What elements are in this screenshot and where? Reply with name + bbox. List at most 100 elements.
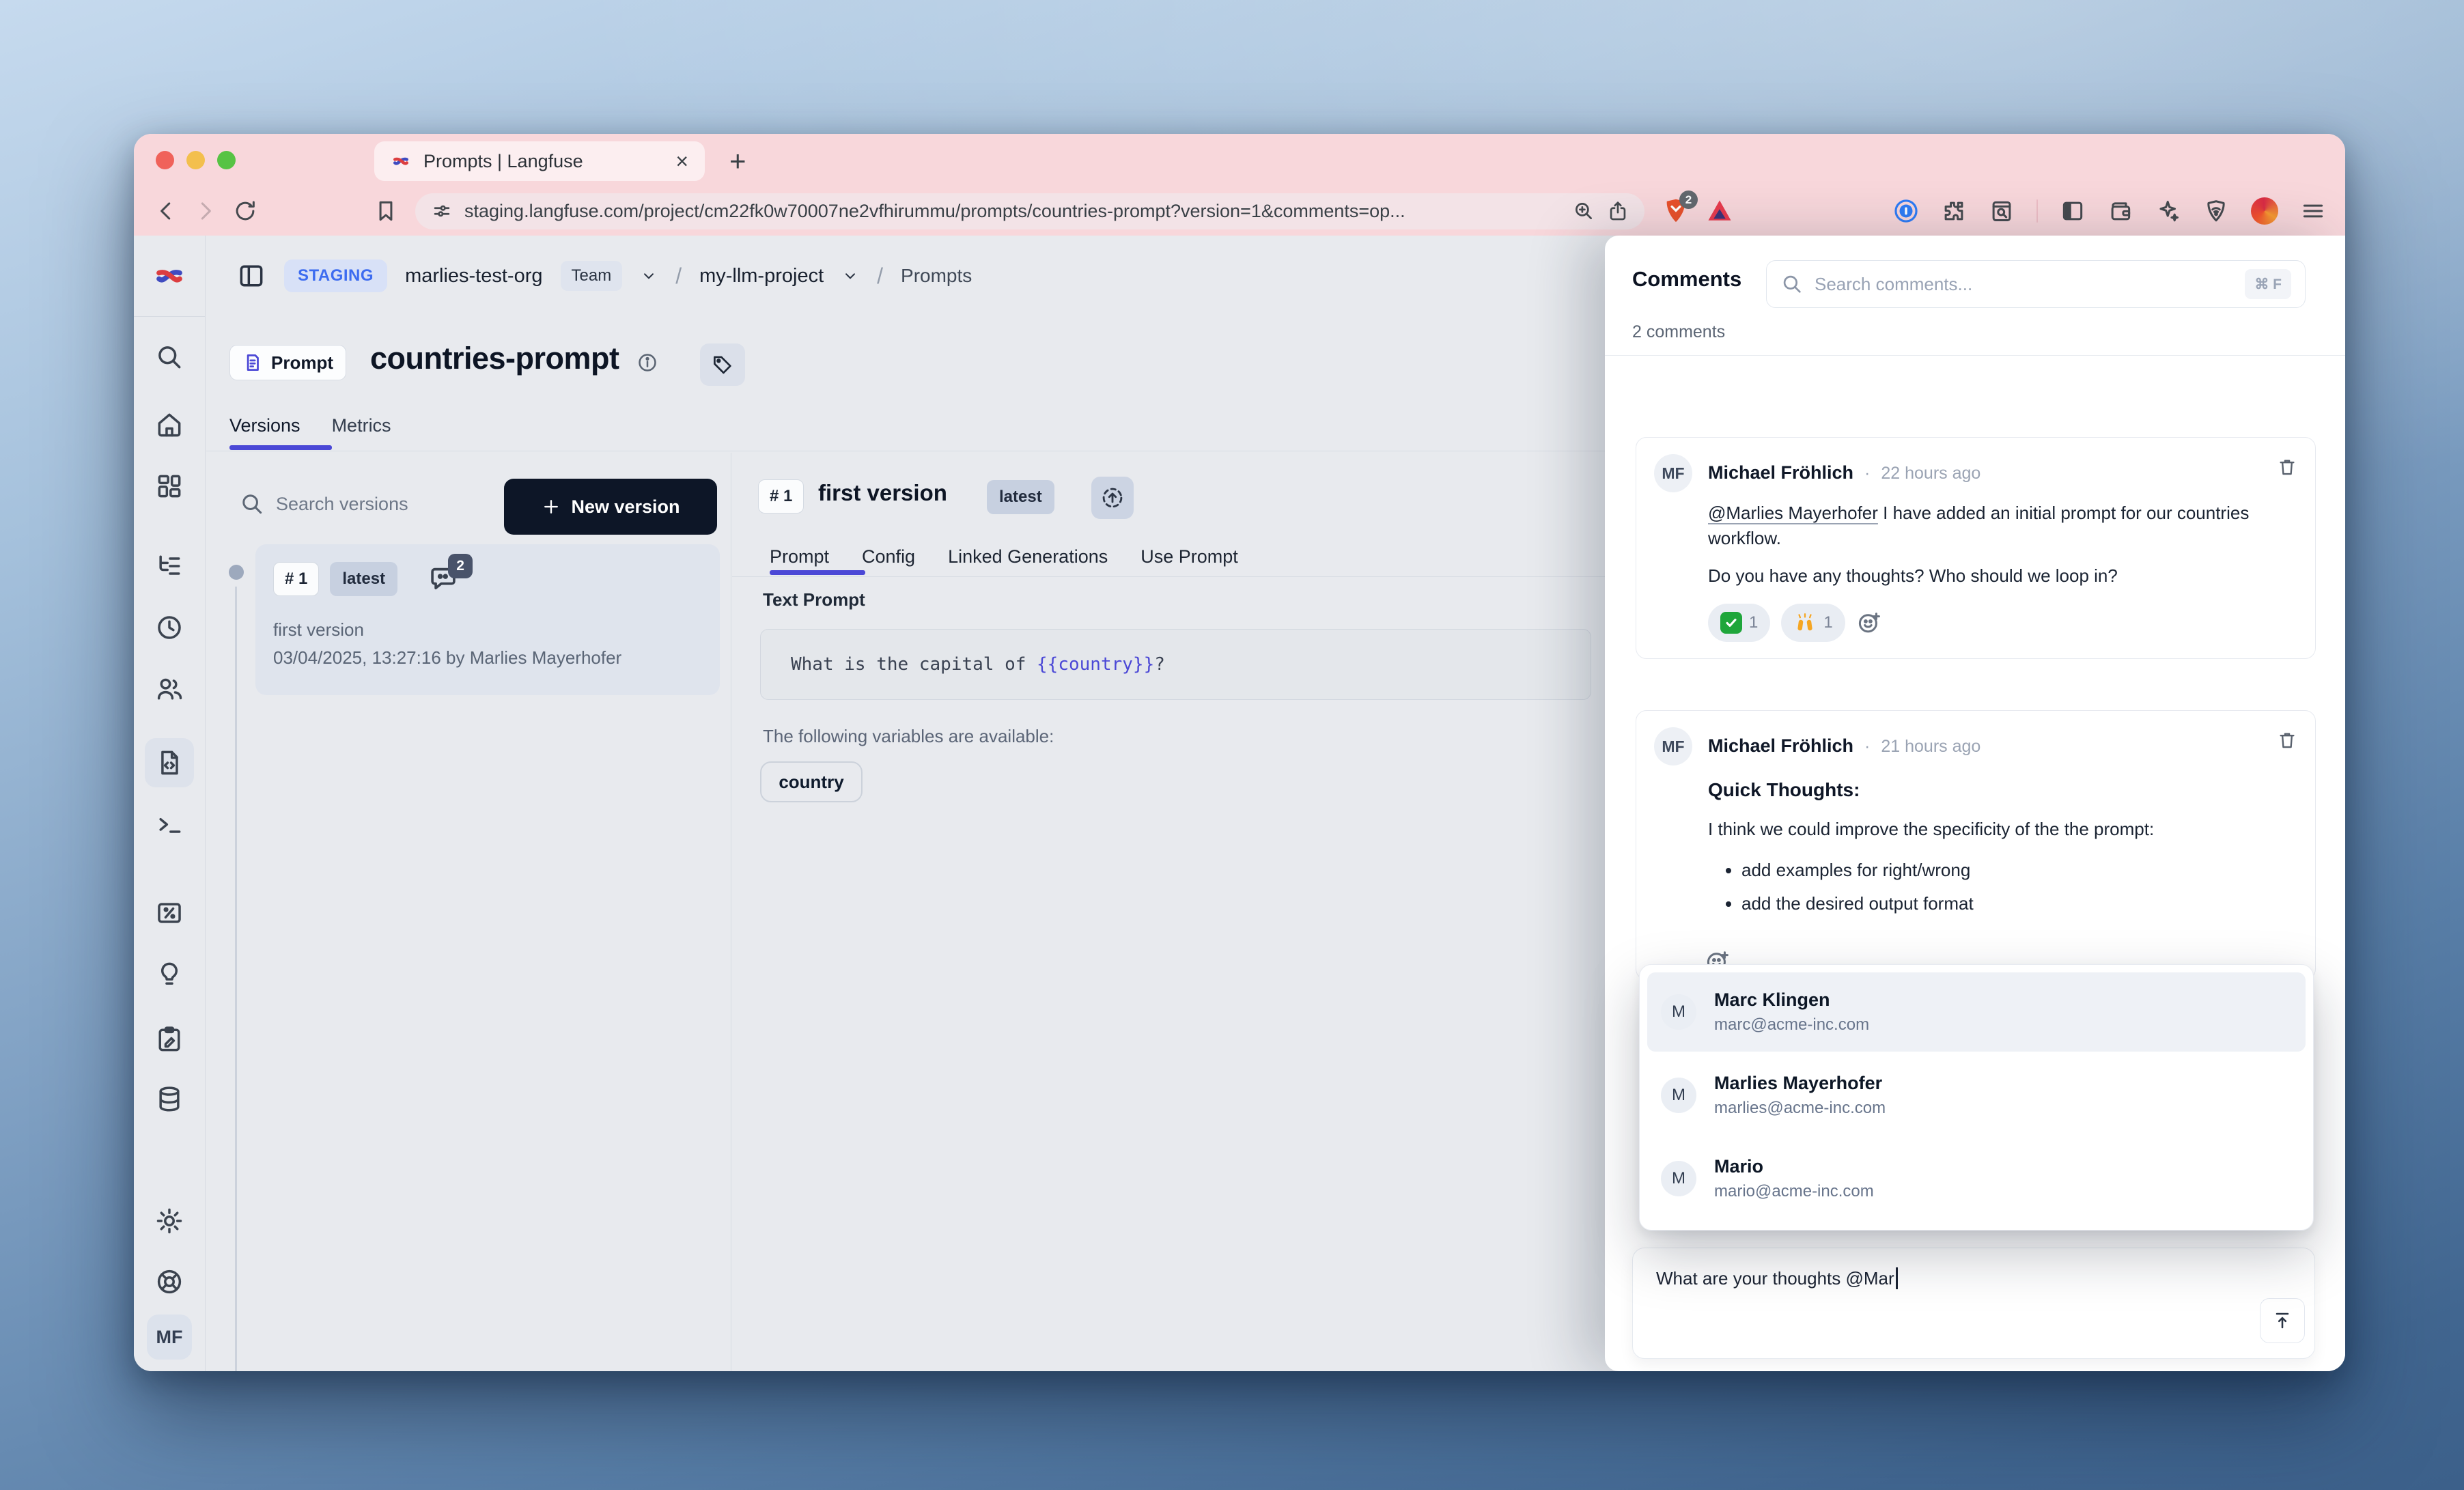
sidebar-panel-icon[interactable] (2060, 198, 2086, 224)
org-role-badge[interactable]: Team (561, 261, 623, 291)
variable-pill: country (760, 761, 863, 802)
sidebar-tracing-icon[interactable] (154, 551, 184, 581)
chevron-down-icon[interactable] (841, 267, 859, 285)
sidebar-rail: MF (134, 236, 206, 1371)
version-list-item[interactable]: # 1 latest 2 first version 03/04/2025, 1… (255, 544, 720, 695)
sidebar-prompts-icon-active[interactable] (145, 738, 194, 787)
tab-use-prompt[interactable]: Use Prompt (1140, 546, 1238, 567)
close-tab-icon[interactable]: × (675, 150, 688, 172)
address-bar[interactable]: staging.langfuse.com/project/cm22fk0w700… (415, 193, 1644, 229)
sidebar-playground-icon[interactable] (154, 809, 184, 839)
tag-button[interactable] (700, 343, 745, 386)
avatar: MF (1654, 454, 1692, 492)
tab-prompt[interactable]: Prompt (770, 546, 829, 567)
sidebar-support-icon[interactable] (154, 1267, 184, 1297)
chevron-down-icon[interactable] (640, 267, 658, 285)
reload-icon[interactable] (232, 198, 258, 224)
latest-badge: latest (330, 562, 397, 596)
rail-divider (134, 316, 206, 317)
info-icon[interactable] (636, 352, 658, 374)
sidebar-toggle-icon[interactable] (236, 261, 266, 291)
brave-rewards-icon[interactable] (1705, 196, 1735, 226)
browser-toolbar: staging.langfuse.com/project/cm22fk0w700… (134, 186, 2345, 236)
sidebar-evaluation-icon[interactable] (154, 958, 184, 988)
onepassword-icon[interactable] (1893, 198, 1919, 224)
comments-bubble-icon[interactable]: 2 (428, 563, 459, 595)
add-reaction-icon[interactable] (1856, 610, 1882, 636)
close-window-button[interactable] (156, 151, 174, 169)
tab-versions[interactable]: Versions (229, 415, 300, 436)
comment-card: MF Michael Fröhlich · 21 hours ago Quick… (1636, 710, 2316, 980)
sidebar-scores-icon[interactable] (154, 898, 184, 928)
timeline-dot (229, 565, 244, 580)
profile-avatar-icon[interactable] (2251, 197, 2278, 225)
sidebar-home-icon[interactable] (154, 410, 184, 440)
back-icon[interactable] (153, 198, 179, 224)
sidebar-users-icon[interactable] (154, 674, 184, 704)
delete-comment-icon[interactable] (2277, 457, 2297, 477)
variables-label: The following variables are available: (763, 726, 1054, 747)
version-detail-title: first version (818, 480, 947, 506)
dot-separator: · (1864, 737, 1870, 757)
breadcrumb-section[interactable]: Prompts (901, 265, 972, 287)
suggestion-name: Mario (1714, 1156, 1874, 1177)
sidebar-annotation-icon[interactable] (154, 1024, 184, 1054)
search-versions-input[interactable] (275, 484, 482, 524)
comment-input[interactable]: What are your thoughts @Mar (1632, 1248, 2315, 1359)
suggestion-email: marlies@acme-inc.com (1714, 1099, 1886, 1118)
delete-comment-icon[interactable] (2277, 730, 2297, 750)
menu-hamburger-icon[interactable] (2300, 198, 2326, 224)
browser-tab[interactable]: Prompts | Langfuse × (374, 141, 705, 181)
bullet-item: add examples for right/wrong (1741, 860, 1974, 881)
tab-linked-generations[interactable]: Linked Generations (948, 546, 1108, 567)
suggestion-name: Marlies Mayerhofer (1714, 1073, 1886, 1094)
mention-suggestion-item[interactable]: M Marc Klingen marc@acme-inc.com (1647, 972, 2306, 1052)
sidebar-settings-gear-icon[interactable] (154, 1206, 184, 1236)
tab-config[interactable]: Config (862, 546, 915, 567)
leo-ai-sparkle-icon[interactable] (2155, 198, 2181, 224)
zoom-page-icon[interactable] (1572, 199, 1595, 223)
reaction-check-pill[interactable]: 1 (1708, 604, 1770, 642)
reaction-hands-pill[interactable]: 1 (1781, 604, 1845, 642)
page-title: countries-prompt (370, 341, 619, 376)
active-tab-underline (770, 570, 865, 575)
vpn-shield-icon[interactable] (2203, 198, 2229, 224)
comment-input-value: What are your thoughts @Mar (1656, 1268, 1894, 1289)
sidebar-search-icon[interactable] (154, 342, 184, 372)
user-avatar[interactable]: MF (147, 1315, 192, 1360)
sidebar-sessions-icon[interactable] (154, 613, 184, 643)
share-icon[interactable] (1606, 199, 1629, 223)
search-comments-input[interactable] (1813, 273, 2235, 296)
new-tab-button[interactable]: + (729, 145, 746, 178)
tab-metrics[interactable]: Metrics (332, 415, 391, 436)
avatar: M (1661, 994, 1696, 1030)
shield-badge: 2 (1679, 191, 1698, 209)
timeline-line (235, 587, 237, 1371)
extensions-puzzle-icon[interactable] (1941, 198, 1967, 224)
promote-version-button[interactable] (1091, 477, 1134, 519)
search-icon (239, 491, 265, 517)
breadcrumb-org[interactable]: marlies-test-org (405, 265, 542, 287)
mention-link[interactable]: @Marlies Mayerhofer (1708, 503, 1878, 523)
wallet-icon[interactable] (2108, 198, 2133, 224)
page-search-icon[interactable] (1989, 198, 2015, 224)
site-settings-icon[interactable] (430, 199, 453, 223)
sidebar-datasets-icon[interactable] (154, 1084, 184, 1114)
brave-shield-icon[interactable]: 2 (1661, 196, 1691, 226)
suggestion-email: marc@acme-inc.com (1714, 1015, 1869, 1035)
mention-suggestion-item[interactable]: M Mario mario@acme-inc.com (1647, 1139, 2306, 1218)
suggestion-name: Marc Klingen (1714, 989, 1869, 1011)
forward-icon[interactable] (193, 198, 219, 224)
submit-comment-button[interactable] (2260, 1298, 2305, 1343)
detail-tabs: Prompt Config Linked Generations Use Pro… (770, 546, 1238, 567)
minimize-window-button[interactable] (186, 151, 205, 169)
comments-search-box[interactable]: ⌘ F (1766, 260, 2306, 308)
new-version-button[interactable]: New version (504, 479, 717, 535)
mention-suggestion-item[interactable]: M Marlies Mayerhofer marlies@acme-inc.co… (1647, 1056, 2306, 1135)
version-number-badge: # 1 (273, 562, 319, 596)
sidebar-dashboards-icon[interactable] (154, 471, 184, 501)
breadcrumb-project[interactable]: my-llm-project (699, 265, 824, 287)
bookmark-icon[interactable] (373, 198, 399, 224)
maximize-window-button[interactable] (217, 151, 236, 169)
dot-separator: · (1864, 464, 1870, 483)
